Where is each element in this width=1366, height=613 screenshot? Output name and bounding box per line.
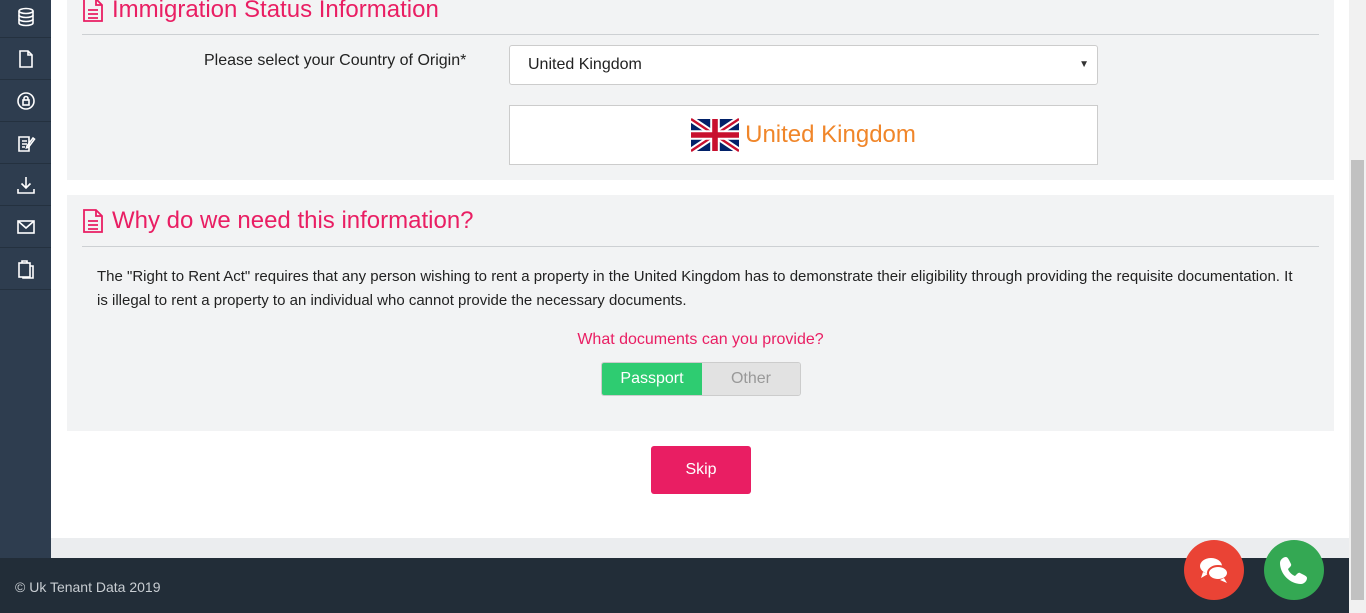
immigration-title-text: Immigration Status Information [112, 0, 439, 23]
documents-question: What documents can you provide? [577, 331, 824, 348]
why-title: Why do we need this information? [82, 207, 474, 235]
country-display: United Kingdom [509, 105, 1098, 165]
document-icon [18, 49, 33, 68]
immigration-panel: Immigration Status Information Please se… [67, 0, 1334, 180]
phone-icon [1280, 557, 1307, 584]
divider [82, 34, 1319, 35]
sidebar-item-documents[interactable] [0, 38, 51, 80]
divider [82, 246, 1319, 247]
country-label: Please select your Country of Origin* [204, 52, 467, 69]
sidebar-item-security[interactable] [0, 80, 51, 122]
edit-icon [17, 135, 36, 152]
country-select[interactable]: United Kingdom ▼ [509, 45, 1098, 85]
caret-down-icon: ▼ [1079, 59, 1089, 70]
document-icon [83, 209, 103, 233]
sidebar-item-mail[interactable] [0, 206, 51, 248]
main-content: Immigration Status Information Please se… [51, 0, 1349, 538]
country-select-value: United Kingdom [528, 56, 642, 73]
why-title-text: Why do we need this information? [112, 207, 474, 234]
uk-flag-icon [691, 118, 740, 152]
sidebar-item-edit[interactable] [0, 122, 51, 164]
call-button[interactable] [1264, 540, 1324, 600]
why-panel: Why do we need this information? The "Ri… [67, 195, 1334, 431]
passport-option[interactable]: Passport [602, 363, 702, 395]
chat-icon [1200, 558, 1229, 583]
footer: © Uk Tenant Data 2019 [0, 558, 1349, 613]
sidebar-item-clipboard[interactable] [0, 248, 51, 290]
country-display-name: United Kingdom [745, 121, 916, 148]
scrollbar-thumb[interactable] [1351, 160, 1364, 600]
chat-button[interactable] [1184, 540, 1244, 600]
document-type-toggle: Passport Other [601, 362, 801, 396]
sidebar [0, 0, 51, 558]
mail-icon [16, 219, 35, 234]
sidebar-item-database[interactable] [0, 0, 51, 38]
document-icon [83, 0, 103, 22]
sidebar-item-download[interactable] [0, 164, 51, 206]
scrollbar[interactable] [1349, 0, 1366, 613]
database-icon [17, 7, 34, 26]
skip-button[interactable]: Skip [651, 446, 751, 494]
clipboard-icon [17, 259, 34, 279]
lock-icon [16, 91, 35, 110]
why-paragraph: The "Right to Rent Act" requires that an… [97, 268, 1293, 309]
copyright-text: © Uk Tenant Data 2019 [15, 579, 161, 595]
download-icon [16, 176, 35, 194]
other-option[interactable]: Other [702, 363, 800, 395]
immigration-title: Immigration Status Information [82, 0, 439, 24]
